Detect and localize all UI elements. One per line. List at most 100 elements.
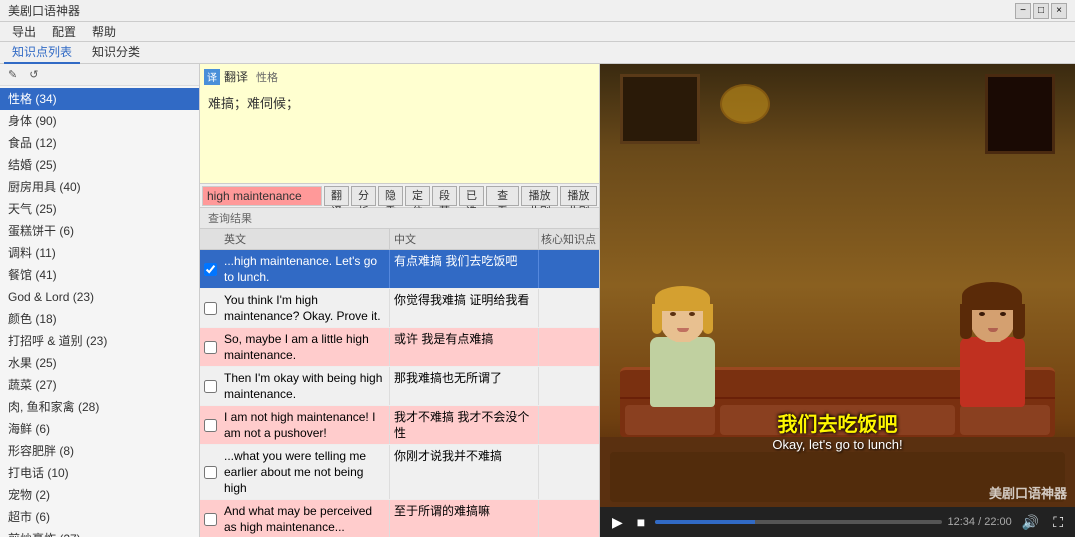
menu-export[interactable]: 导出 [4, 23, 44, 40]
result-en: Then I'm okay with being high maintenanc… [220, 367, 390, 405]
result-en: So, maybe I am a little high maintenance… [220, 328, 390, 366]
video-area: 我们去吃饭吧 Okay, let's go to lunch! 美剧口语神器 [600, 64, 1075, 507]
result-checkbox[interactable] [200, 289, 220, 327]
result-checkbox[interactable] [200, 500, 220, 537]
category-item[interactable]: 颜色 (18) [0, 308, 199, 330]
results-label: 查询结果 [204, 210, 256, 226]
play-all-button[interactable]: 播放此剧所有 [521, 186, 558, 206]
translation-title: 翻译 [224, 68, 248, 85]
category-item[interactable]: 食品 (12) [0, 132, 199, 154]
col-header-cn: 中文 [390, 229, 539, 249]
minimize-button[interactable]: − [1015, 3, 1031, 19]
category-item[interactable]: 蔬菜 (27) [0, 374, 199, 396]
result-row[interactable]: You think I'm high maintenance? Okay. Pr… [200, 289, 599, 328]
search-input[interactable] [202, 186, 322, 206]
category-item[interactable]: 打招呼 & 道别 (23) [0, 330, 199, 352]
video-time: 12:34 / 22:00 [948, 516, 1012, 528]
result-tag [539, 367, 599, 405]
left-panel: ✎ ↺ 性格 (34) 身体 (90) 食品 (12) 结婚 (25) 厨房用具… [0, 64, 200, 537]
category-item[interactable]: God & Lord (23) [0, 286, 199, 308]
result-en: ...what you were telling me earlier abou… [220, 445, 390, 499]
category-item[interactable]: 调料 (11) [0, 242, 199, 264]
category-item[interactable]: 肉, 鱼和家禽 (28) [0, 396, 199, 418]
view-selected-button[interactable]: 查看已选择 [486, 186, 519, 206]
subtitle-overlay: 我们去吃饭吧 Okay, let's go to lunch! [600, 408, 1075, 452]
col-header-en: 英文 [220, 229, 390, 249]
translate-button[interactable]: 翻译 [324, 186, 349, 206]
locate-button[interactable]: 定位 [405, 186, 430, 206]
result-cn: 你刚才说我并不难搞 [390, 445, 539, 499]
maximize-button[interactable]: □ [1033, 3, 1049, 19]
result-tag [539, 445, 599, 499]
result-tag [539, 406, 599, 444]
translation-subtitle: 性格 [256, 69, 278, 85]
category-item[interactable]: 结婚 (25) [0, 154, 199, 176]
category-item[interactable]: 海鲜 (6) [0, 418, 199, 440]
hide-button[interactable]: 隐重 [378, 186, 403, 206]
right-panel: 我们去吃饭吧 Okay, let's go to lunch! 美剧口语神器 ▶… [600, 64, 1075, 537]
subtitle-en: Okay, let's go to lunch! [600, 437, 1075, 452]
search-bar: 翻译 分析 隐重 定位 段落 已选 查看已选择 播放此剧所有 播放此剧已选 [200, 184, 599, 208]
result-tag [539, 328, 599, 366]
result-checkbox[interactable] [200, 367, 220, 405]
tab-knowledge-category[interactable]: 知识分类 [84, 41, 148, 64]
category-item[interactable]: 身体 (90) [0, 110, 199, 132]
result-row[interactable]: I am not high maintenance! I am not a pu… [200, 406, 599, 445]
category-item[interactable]: 超市 (6) [0, 506, 199, 528]
result-en: I am not high maintenance! I am not a pu… [220, 406, 390, 444]
result-tag [539, 500, 599, 537]
fullscreen-button[interactable]: ⛶ [1049, 514, 1067, 531]
category-item[interactable]: 性格 (34) [0, 88, 199, 110]
watermark: 美剧口语神器 [989, 483, 1067, 502]
center-panel: 译 翻译 性格 难搞；难伺候； 翻译 分析 隐重 定位 段落 已选 查看已选择 … [200, 64, 600, 537]
result-cn: 或许 我是有点难搞 [390, 328, 539, 366]
result-tag [539, 289, 599, 327]
category-item[interactable]: 餐馆 (41) [0, 264, 199, 286]
category-item[interactable]: 蛋糕饼干 (6) [0, 220, 199, 242]
category-item[interactable]: 煎炒烹炸 (27) [0, 528, 199, 537]
category-list: 性格 (34) 身体 (90) 食品 (12) 结婚 (25) 厨房用具 (40… [0, 86, 199, 537]
category-item[interactable]: 天气 (25) [0, 198, 199, 220]
volume-icon[interactable]: 🔊 [1018, 514, 1043, 531]
close-button[interactable]: × [1051, 3, 1067, 19]
menu-config[interactable]: 配置 [44, 23, 84, 40]
subtitle-cn: 我们去吃饭吧 [600, 408, 1075, 437]
result-checkbox[interactable] [200, 328, 220, 366]
paragraph-button[interactable]: 段落 [432, 186, 457, 206]
result-row[interactable]: ...high maintenance. Let's go to lunch. … [200, 250, 599, 289]
results-header: 查询结果 [200, 208, 599, 229]
play-button[interactable]: ▶ [608, 514, 627, 531]
result-row[interactable]: So, maybe I am a little high maintenance… [200, 328, 599, 367]
category-item[interactable]: 厨房用具 (40) [0, 176, 199, 198]
translation-content: 难搞；难伺候； [204, 89, 595, 116]
category-item[interactable]: 水果 (25) [0, 352, 199, 374]
result-cn: 至于所谓的难搞嘛 [390, 500, 539, 537]
category-item[interactable]: 形容肥胖 (8) [0, 440, 199, 462]
results-table: ...high maintenance. Let's go to lunch. … [200, 250, 599, 537]
video-progress[interactable] [655, 520, 941, 524]
menu-help[interactable]: 帮助 [84, 23, 124, 40]
result-cn: 有点难搞 我们去吃饭吧 [390, 250, 539, 288]
tab-knowledge-list[interactable]: 知识点列表 [4, 41, 80, 64]
result-cn: 那我难搞也无所谓了 [390, 367, 539, 405]
category-item[interactable]: 宠物 (2) [0, 484, 199, 506]
result-en: And what may be perceived as high mainte… [220, 500, 390, 537]
translation-icon: 译 [204, 69, 220, 85]
selected-button[interactable]: 已选 [459, 186, 484, 206]
edit-icon[interactable]: ✎ [4, 67, 21, 82]
stop-button[interactable]: ■ [633, 514, 649, 530]
result-checkbox[interactable] [200, 406, 220, 444]
analyze-button[interactable]: 分析 [351, 186, 376, 206]
result-checkbox[interactable] [200, 445, 220, 499]
result-en: You think I'm high maintenance? Okay. Pr… [220, 289, 390, 327]
play-selected-button[interactable]: 播放此剧已选 [560, 186, 597, 206]
titlebar: 美剧口语神器 − □ × [0, 0, 1075, 22]
category-item[interactable]: 打电话 (10) [0, 462, 199, 484]
video-progress-fill [655, 520, 755, 524]
result-row[interactable]: ...what you were telling me earlier abou… [200, 445, 599, 500]
result-cn: 你觉得我难搞 证明给我看 [390, 289, 539, 327]
result-row[interactable]: Then I'm okay with being high maintenanc… [200, 367, 599, 406]
result-checkbox[interactable] [200, 250, 220, 288]
refresh-icon[interactable]: ↺ [25, 67, 42, 82]
result-row[interactable]: And what may be perceived as high mainte… [200, 500, 599, 537]
